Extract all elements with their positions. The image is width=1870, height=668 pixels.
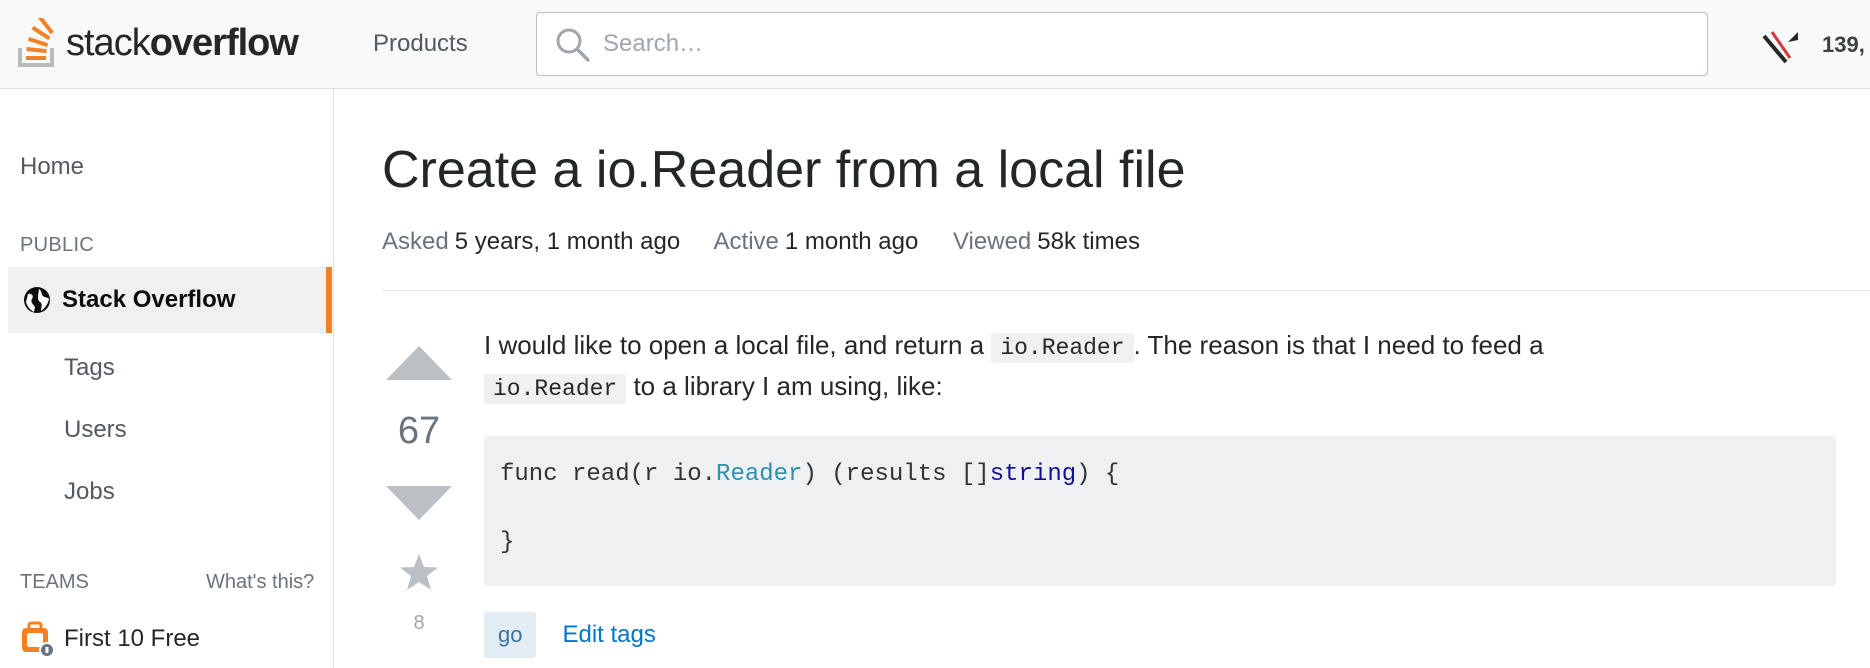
moderator-tools-icon[interactable] [1758,28,1802,68]
question-title[interactable]: Create a io.Reader from a local file [382,140,1186,200]
vote-count: 67 [397,410,441,452]
products-menu[interactable]: Products [373,30,468,58]
active-label: Active [713,228,779,255]
stackoverflow-logo[interactable]: stackoverflow [18,14,299,72]
sidebar-item-stack-overflow[interactable]: Stack Overflow [8,267,332,333]
viewed-value: 58k times [1037,228,1140,255]
inline-code: io.Reader [484,374,627,404]
question-body: I would like to open a local file, and r… [484,326,1840,586]
sidebar-item-first-free[interactable]: First 10 Free [20,619,200,659]
search-box[interactable] [536,12,1708,76]
code-block: func read(r io.Reader) (results []string… [484,436,1836,586]
favorite-star-icon[interactable] [400,554,438,590]
search-icon [556,28,590,62]
active-value[interactable]: 1 month ago [785,228,918,255]
upvote-arrow-icon[interactable] [386,346,452,382]
stack-logo-icon [18,18,54,67]
inline-code: io.Reader [991,333,1134,363]
search-input[interactable] [603,25,1683,63]
sidebar-item-users[interactable]: Users [64,416,127,444]
question-meta: Asked 5 years, 1 month ago Active 1 month … [382,228,1168,256]
sidebar-item-label: First 10 Free [64,625,201,652]
asked-label: Asked [382,228,449,255]
post-paragraph: I would like to open a local file, and r… [484,330,1544,404]
top-bar: stackoverflow Products 139, [0,0,1870,89]
whats-this-link[interactable]: What's this? [206,571,314,594]
logo-text: stackoverflow [66,22,299,64]
asked-value: 5 years, 1 month ago [454,228,681,255]
sidebar-item-label: Stack Overflow [62,286,236,313]
downvote-arrow-icon[interactable] [386,486,452,522]
sidebar-heading-public: PUBLIC [20,234,95,256]
viewed-label: Viewed [952,228,1032,255]
tag-list: go Edit tags [484,612,656,658]
tag-go[interactable]: go [484,612,537,658]
sidebar-item-home[interactable]: Home [20,153,84,181]
favorite-count: 8 [413,612,425,634]
divider [382,290,1870,291]
briefcase-icon [22,621,55,658]
sidebar-heading-teams: TEAMS [20,571,89,593]
sidebar-item-jobs[interactable]: Jobs [64,478,115,506]
reputation-count[interactable]: 139, [1822,32,1865,58]
globe-icon [24,287,50,313]
edit-tags-link[interactable]: Edit tags [562,621,655,649]
left-sidebar: Home PUBLIC Stack Overflow Tags Users Jo… [0,89,334,668]
sidebar-item-tags[interactable]: Tags [64,354,115,382]
